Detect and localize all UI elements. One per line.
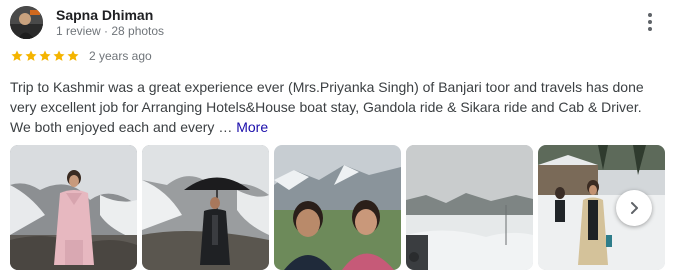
- review-text-block: Trip to Kashmir was a great experience e…: [10, 77, 660, 137]
- next-photos-button[interactable]: [616, 190, 652, 226]
- review-photo-3[interactable]: [274, 145, 401, 270]
- review-date: 2 years ago: [89, 49, 152, 63]
- avatar[interactable]: [10, 6, 43, 39]
- review-photo-1[interactable]: [10, 145, 137, 270]
- more-link[interactable]: More: [236, 119, 268, 135]
- star-icon: [39, 50, 51, 61]
- review-text: Trip to Kashmir was a great experience e…: [10, 79, 644, 135]
- rating-row: 2 years ago: [10, 48, 152, 64]
- review-header: Sapna Dhiman 1 review · 28 photos: [10, 6, 664, 40]
- reviewer-name[interactable]: Sapna Dhiman: [56, 6, 153, 24]
- more-options-button[interactable]: [636, 8, 664, 36]
- star-icon: [25, 50, 37, 61]
- photo-strip: [10, 145, 665, 271]
- review-photo-2[interactable]: [142, 145, 269, 270]
- reviewer-meta: 1 review · 28 photos: [56, 24, 165, 38]
- chevron-right-icon: [631, 202, 638, 214]
- star-rating: [10, 49, 80, 63]
- more-vertical-icon: [648, 13, 652, 17]
- star-icon: [67, 50, 79, 61]
- review-photo-4[interactable]: [406, 145, 533, 270]
- star-icon: [53, 50, 65, 61]
- star-icon: [11, 50, 23, 61]
